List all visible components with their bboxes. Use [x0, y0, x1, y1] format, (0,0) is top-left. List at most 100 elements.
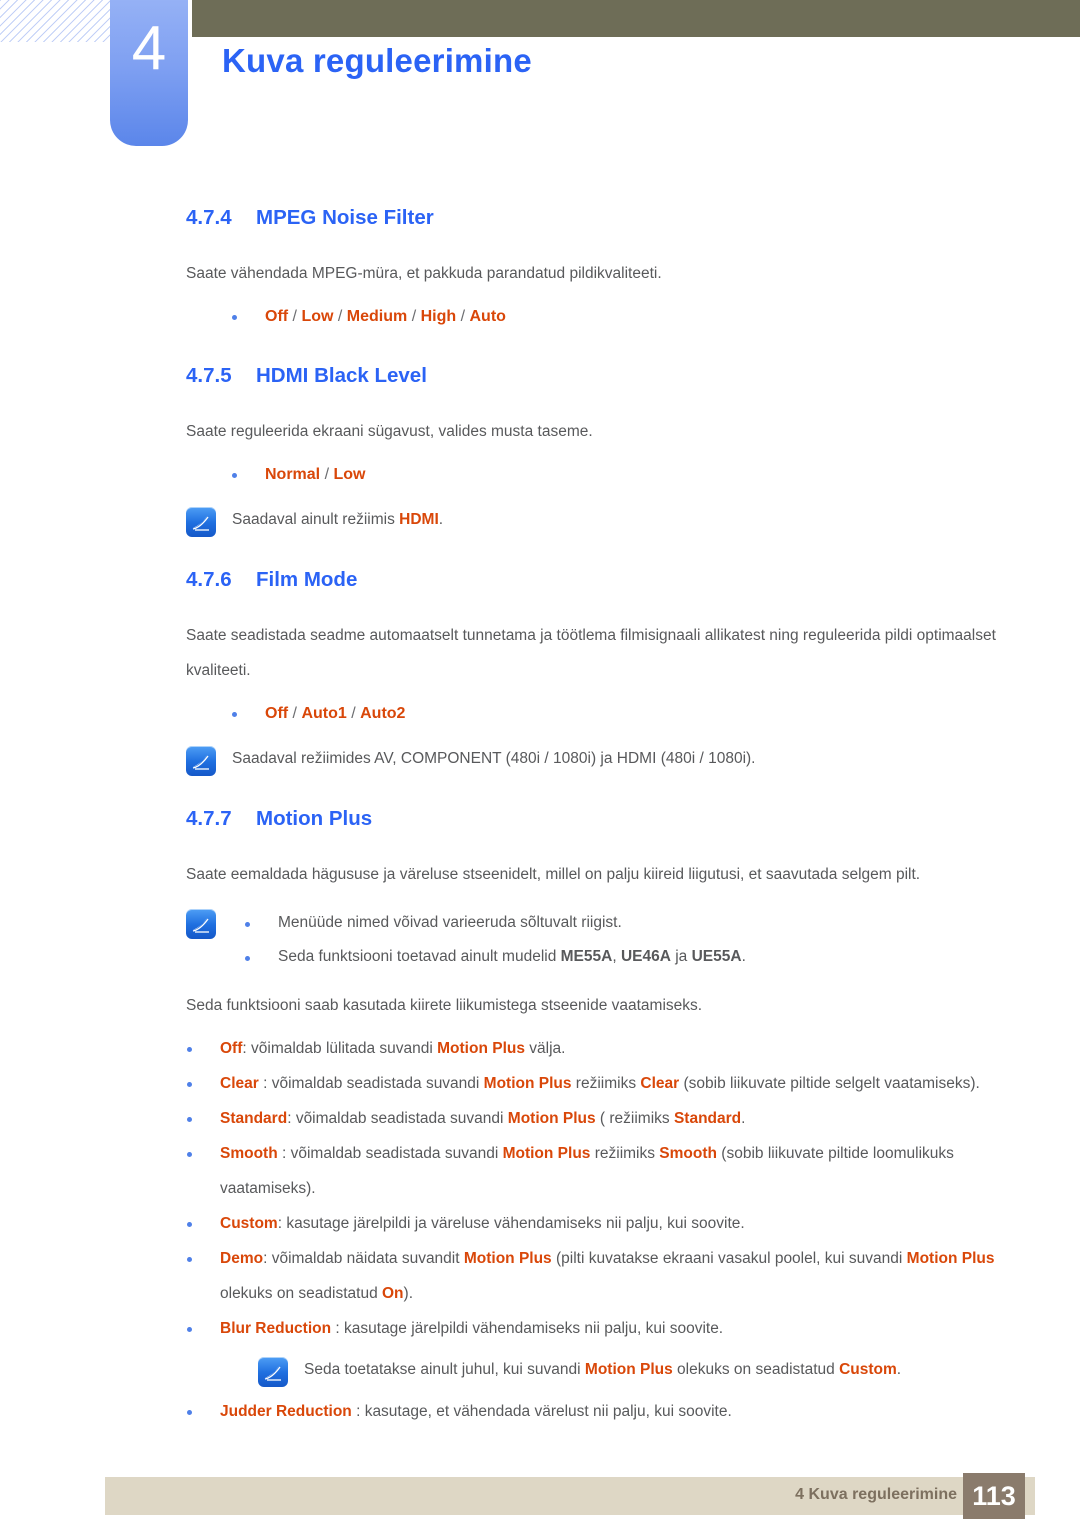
page-content: 4.7.4 MPEG Noise Filter Saate vähendada M… [0, 200, 1080, 1429]
section-number: 4.7.7 [186, 807, 232, 830]
item-term: Standard [220, 1110, 288, 1127]
inline-text: võimaldab seadistada suvandi [295, 1110, 508, 1127]
option-value: Off [265, 705, 289, 722]
inline-keyword: Motion Plus [483, 1075, 572, 1092]
option-row: Off / Low / Medium / High / Auto [232, 299, 1005, 334]
section-body-4-7-5: Saate reguleerida ekraani sügavust, vali… [186, 423, 593, 440]
judder-reduction-list: Judder Reduction : kasutage, et vähendad… [0, 1394, 1080, 1429]
item-term: Blur Reduction [220, 1320, 332, 1337]
option-row: Off / Auto1 / Auto2 [232, 696, 1005, 731]
note-block-hdmi: Saadaval ainult režiimis HDMI. [186, 504, 1001, 537]
option-value: Low [301, 308, 334, 325]
inline-text: (pilti kuvatakse ekraani vasakul poolel,… [551, 1250, 907, 1267]
option-separator: / [407, 308, 421, 325]
section-body-4-7-4: Saate vähendada MPEG-müra, et pakkuda pa… [186, 265, 662, 282]
chapter-number: 4 [131, 14, 167, 83]
item-separator: : [351, 1403, 365, 1420]
inline-text: Seda funktsiooni toetavad ainult mudelid [278, 948, 561, 965]
note-text: Seda toetatakse ainult juhul, kui suvand… [304, 1354, 998, 1386]
inline-text: olekuks on seadistatud [672, 1361, 840, 1378]
note-block-film-mode: Saadaval režiimides AV, COMPONENT (480i … [186, 743, 1001, 776]
motion-plus-item: Demo: võimaldab näidata suvandit Motion … [187, 1241, 1010, 1311]
inline-text: kasutage, et vähendada värelust nii palj… [364, 1403, 732, 1420]
option-list-4-7-4: Off / Low / Medium / High / Auto [0, 299, 1080, 334]
option-list-4-7-5: Normal / Low [0, 457, 1080, 492]
motion-plus-item-list: Off: võimaldab lülitada suvandi Motion P… [0, 1031, 1080, 1346]
motion-plus-intro: Seda funktsiooni saab kasutada kiirete l… [186, 997, 703, 1014]
section-heading-4-7-6: 4.7.6 Film Mode [186, 568, 1080, 592]
decorative-hatch-pattern [0, 0, 112, 42]
option-value: Low [333, 466, 366, 483]
section-heading-4-7-4: 4.7.4 MPEG Noise Filter [186, 206, 1080, 230]
inline-text: Menüüde nimed võivad varieeruda sõltuval… [278, 914, 622, 931]
note-pen-icon [258, 1357, 288, 1387]
inline-keyword: Motion Plus [507, 1110, 596, 1127]
inline-text: režiimiks [571, 1075, 641, 1092]
option-separator: / [288, 705, 302, 722]
section-number: 4.7.6 [186, 568, 232, 591]
inline-text: olekuks on seadistatud [220, 1285, 382, 1302]
section-heading-4-7-7: 4.7.7 Motion Plus [186, 807, 1080, 831]
page-header: 4 Kuva reguleerimine [0, 0, 1080, 160]
note-pen-icon [186, 909, 216, 939]
motion-plus-item: Clear : võimaldab seadistada suvandi Mot… [187, 1066, 1010, 1101]
model-name: ME55A [560, 948, 613, 965]
option-separator: / [320, 466, 334, 483]
inline-text: võimaldab seadistada suvandi [290, 1145, 503, 1162]
inline-text: ). [403, 1285, 413, 1302]
motion-plus-item: Judder Reduction : kasutage, et vähendad… [187, 1394, 1010, 1429]
note-pen-icon [186, 507, 216, 537]
option-value: Auto1 [301, 705, 347, 722]
section-heading-4-7-5: 4.7.5 HDMI Black Level [186, 364, 1080, 388]
motion-plus-item: Custom: kasutage järelpildi ja väreluse … [187, 1206, 1010, 1241]
inline-text: (sobib liikuvate piltide selgelt vaatami… [679, 1075, 980, 1092]
item-separator: : [331, 1320, 345, 1337]
page-footer: 4 Kuva reguleerimine 113 [105, 1473, 1035, 1519]
page-number: 113 [963, 1473, 1025, 1519]
item-separator: : [242, 1040, 252, 1057]
option-value: Off [265, 308, 289, 325]
inline-text: kasutage järelpildi vähendamiseks nii pa… [344, 1320, 724, 1337]
option-separator: / [346, 705, 361, 722]
motion-plus-item: Standard: võimaldab seadistada suvandi M… [187, 1101, 1010, 1136]
inline-text: režiimiks [590, 1145, 660, 1162]
inline-text: võimaldab seadistada suvandi [271, 1075, 484, 1092]
option-row: Normal / Low [232, 457, 1005, 492]
inline-text: Seda toetatakse ainult juhul, kui suvand… [304, 1361, 585, 1378]
option-value: Auto2 [360, 705, 406, 722]
inline-text: . [741, 948, 746, 965]
inline-keyword: Motion Plus [463, 1250, 552, 1267]
page-title: Kuva reguleerimine [222, 42, 532, 79]
option-separator: / [456, 308, 470, 325]
model-name: UE55A [691, 948, 742, 965]
section-title: HDMI Black Level [256, 364, 427, 387]
item-separator: : [263, 1250, 272, 1267]
option-list-4-7-6: Off / Auto1 / Auto2 [0, 696, 1080, 731]
item-term: Smooth [220, 1145, 278, 1162]
inline-keyword: Motion Plus [906, 1250, 995, 1267]
note-block-blur-reduction: Seda toetatakse ainult juhul, kui suvand… [258, 1354, 998, 1387]
inline-keyword: Custom [839, 1361, 897, 1378]
option-value: Medium [346, 308, 408, 325]
inline-text: kasutage järelpildi ja väreluse vähendam… [286, 1215, 745, 1232]
inline-text: võimaldab lülitada suvandi [251, 1040, 438, 1057]
option-separator: / [288, 308, 302, 325]
header-olive-bar [192, 0, 1080, 37]
inline-keyword: Motion Plus [584, 1361, 673, 1378]
note-text: Saadaval ainult režiimis HDMI. [232, 504, 1001, 536]
inline-keyword: Smooth [659, 1145, 717, 1162]
note-bullet-item: Seda funktsiooni toetavad ainult mudelid… [245, 940, 978, 974]
inline-keyword: Motion Plus [502, 1145, 591, 1162]
footer-chapter-label: 4 Kuva reguleerimine [795, 1486, 957, 1503]
note-keyword: HDMI [399, 511, 439, 528]
section-number: 4.7.4 [186, 206, 232, 229]
inline-text: ja [670, 948, 692, 965]
inline-text: . [741, 1110, 746, 1127]
inline-text: ( režiimiks [595, 1110, 674, 1127]
section-title: Motion Plus [256, 807, 373, 830]
item-term: Custom [220, 1215, 278, 1232]
inline-keyword: Clear [640, 1075, 680, 1092]
section-title: Film Mode [256, 568, 358, 591]
chapter-number-tab: 4 [110, 0, 188, 146]
note-text: Saadaval režiimides AV, COMPONENT (480i … [232, 750, 756, 767]
